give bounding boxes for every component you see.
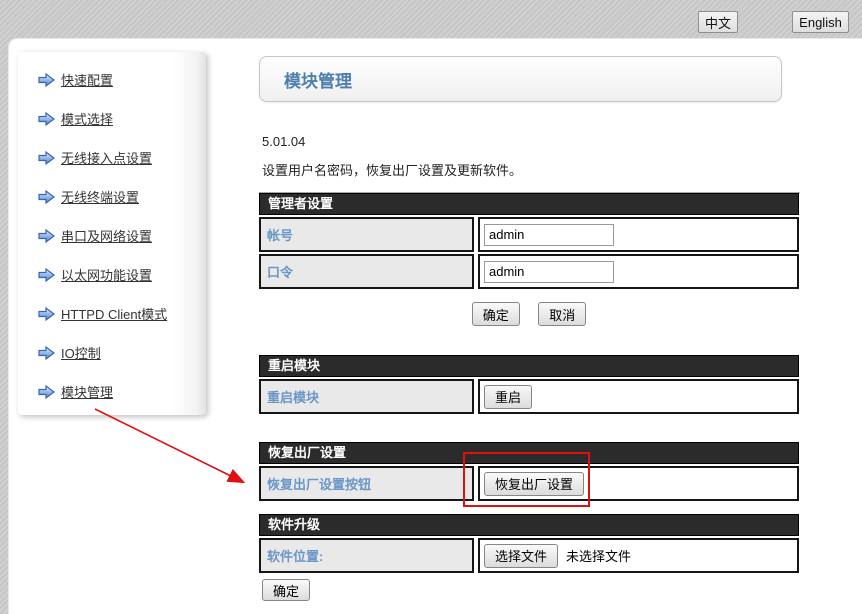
account-cell [478, 217, 799, 252]
software-location-label: 软件位置: [259, 538, 474, 573]
file-status-text: 未选择文件 [566, 549, 632, 564]
factory-reset-cell: 恢复出厂设置 [478, 466, 799, 501]
sidebar-link[interactable]: 模式选择 [61, 109, 113, 128]
sidebar-link[interactable]: 模块管理 [61, 382, 113, 401]
factory-reset-button[interactable]: 恢复出厂设置 [484, 471, 585, 496]
page-title-box: 模块管理 [259, 56, 782, 102]
sidebar-item-wireless-ap[interactable]: 无线接入点设置 [18, 138, 206, 177]
ok-button[interactable]: 确定 [471, 302, 520, 326]
restart-label: 重启模块 [259, 379, 474, 414]
sidebar-item-httpd-client[interactable]: HTTPD Client模式 [18, 294, 206, 333]
upgrade-table: 软件升级 软件位置: 选择文件 未选择文件 [259, 514, 799, 573]
sidebar-item-module-manage[interactable]: 模块管理 [18, 372, 206, 411]
table-row: 帐号 [259, 217, 799, 252]
arrow-icon [38, 306, 55, 321]
factory-reset-label: 恢复出厂设置按钮 [259, 466, 474, 501]
sidebar-link[interactable]: IO控制 [61, 343, 101, 362]
table-row: 重启模块 重启 [259, 379, 799, 414]
factory-reset-table: 恢复出厂设置 恢复出厂设置按钮 恢复出厂设置 [259, 442, 799, 501]
table-row: 口令 [259, 254, 799, 289]
page-title: 模块管理 [284, 71, 352, 91]
sidebar-link[interactable]: 无线接入点设置 [61, 148, 152, 167]
restart-cell: 重启 [478, 379, 799, 414]
account-input[interactable] [484, 223, 614, 246]
arrow-icon [38, 267, 55, 282]
arrow-icon [38, 189, 55, 204]
admin-settings-table: 管理者设置 帐号 口令 [259, 193, 799, 289]
sidebar-link[interactable]: 串口及网络设置 [61, 226, 152, 245]
admin-buttons: 确定 取消 [259, 302, 799, 326]
english-language-button[interactable]: English [792, 11, 849, 33]
factory-reset-header: 恢复出厂设置 [259, 442, 799, 464]
sidebar-item-quick-config[interactable]: 快速配置 [18, 60, 206, 99]
choose-file-button[interactable]: 选择文件 [484, 543, 559, 568]
sidebar-link[interactable]: 快速配置 [61, 70, 113, 89]
restart-table: 重启模块 重启模块 重启 [259, 355, 799, 414]
sidebar-link[interactable]: HTTPD Client模式 [61, 304, 167, 323]
table-row: 恢复出厂设置按钮 恢复出厂设置 [259, 466, 799, 501]
table-row: 软件位置: 选择文件 未选择文件 [259, 538, 799, 573]
sidebar-item-serial-network[interactable]: 串口及网络设置 [18, 216, 206, 255]
admin-settings-header: 管理者设置 [259, 193, 799, 215]
account-label: 帐号 [259, 217, 474, 252]
arrow-icon [38, 384, 55, 399]
upgrade-ok-button[interactable]: 确定 [262, 579, 311, 601]
restart-button[interactable]: 重启 [484, 384, 533, 409]
sidebar-item-io-control[interactable]: IO控制 [18, 333, 206, 372]
upgrade-header: 软件升级 [259, 514, 799, 536]
chinese-language-button[interactable]: 中文 [698, 11, 738, 33]
content-panel: 快速配置 模式选择 无线接入点设置 无线终端设置 串口及网络设置 以太网功能设置… [8, 38, 862, 614]
sidebar-item-ethernet[interactable]: 以太网功能设置 [18, 255, 206, 294]
sidebar-link[interactable]: 以太网功能设置 [61, 265, 152, 284]
page-description: 设置用户名密码，恢复出厂设置及更新软件。 [262, 163, 523, 178]
main-content: 模块管理 5.01.04 设置用户名密码，恢复出厂设置及更新软件。 管理者设置 … [259, 56, 800, 601]
arrow-icon [38, 72, 55, 87]
arrow-icon [38, 111, 55, 126]
arrow-icon [38, 228, 55, 243]
firmware-version: 5.01.04 [262, 134, 306, 149]
sidebar-item-mode-select[interactable]: 模式选择 [18, 99, 206, 138]
password-label: 口令 [259, 254, 474, 289]
cancel-button[interactable]: 取消 [538, 302, 587, 326]
arrow-icon [38, 345, 55, 360]
sidebar: 快速配置 模式选择 无线接入点设置 无线终端设置 串口及网络设置 以太网功能设置… [18, 52, 206, 415]
password-input[interactable] [484, 260, 614, 283]
file-input-cell: 选择文件 未选择文件 [478, 538, 799, 573]
sidebar-item-wireless-terminal[interactable]: 无线终端设置 [18, 177, 206, 216]
sidebar-link[interactable]: 无线终端设置 [61, 187, 139, 206]
upgrade-submit-row: 确定 [262, 579, 800, 601]
password-cell [478, 254, 799, 289]
arrow-icon [38, 150, 55, 165]
restart-header: 重启模块 [259, 355, 799, 377]
